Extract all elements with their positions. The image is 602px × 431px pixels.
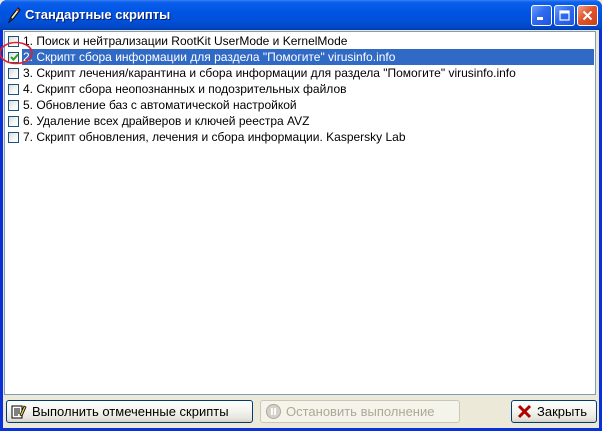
script-label-5: 5. Обновление баз с автоматической настр… bbox=[23, 98, 297, 112]
script-item-7[interactable]: 7. Скрипт обновления, лечения и сбора ин… bbox=[6, 129, 594, 145]
maximize-icon bbox=[559, 10, 570, 21]
close-button[interactable]: Закрыть bbox=[511, 400, 597, 423]
close-icon bbox=[582, 10, 593, 21]
script-item-5[interactable]: 5. Обновление баз с автоматической настр… bbox=[6, 97, 594, 113]
script-item-4[interactable]: 4. Скрипт сбора неопознанных и подозрите… bbox=[6, 81, 594, 97]
script-label-6: 6. Удаление всех драйверов и ключей реес… bbox=[23, 114, 310, 128]
stop-execution-button[interactable]: Остановить выполнение bbox=[260, 400, 460, 423]
script-label-3: 3. Скрипт лечения/карантина и сбора инфо… bbox=[23, 66, 516, 80]
script-checkbox-4[interactable] bbox=[8, 83, 19, 95]
pen-icon bbox=[7, 7, 21, 24]
script-checkbox-7[interactable] bbox=[8, 131, 19, 143]
script-checkbox-6[interactable] bbox=[8, 115, 19, 127]
run-button-label: Выполнить отмеченные скрипты bbox=[32, 404, 229, 419]
title-bar[interactable]: Стандартные скрипты bbox=[0, 0, 602, 30]
script-checkbox-5[interactable] bbox=[8, 99, 19, 111]
dialog-window: Стандартные скрипты 1. Поиск и нейтрализ… bbox=[0, 0, 602, 431]
script-item-1[interactable]: 1. Поиск и нейтрализации RootKit UserMod… bbox=[6, 33, 594, 49]
script-label-1: 1. Поиск и нейтрализации RootKit UserMod… bbox=[23, 34, 348, 48]
stop-icon bbox=[266, 404, 281, 419]
script-label-7: 7. Скрипт обновления, лечения и сбора ин… bbox=[23, 130, 406, 144]
maximize-button[interactable] bbox=[554, 5, 575, 26]
close-button-label: Закрыть bbox=[537, 404, 588, 419]
minimize-icon bbox=[537, 17, 543, 20]
script-item-3[interactable]: 3. Скрипт лечения/карантина и сбора инфо… bbox=[6, 65, 594, 81]
close-x-icon bbox=[517, 404, 532, 419]
dialog-client-area: 1. Поиск и нейтрализации RootKit UserMod… bbox=[3, 30, 599, 428]
script-label-4: 4. Скрипт сбора неопознанных и подозрите… bbox=[23, 82, 347, 96]
script-item-6[interactable]: 6. Удаление всех драйверов и ключей реес… bbox=[6, 113, 594, 129]
stop-button-label: Остановить выполнение bbox=[286, 404, 435, 419]
close-window-button[interactable] bbox=[577, 5, 598, 26]
minimize-button[interactable] bbox=[531, 5, 552, 26]
window-title: Стандартные скрипты bbox=[25, 7, 171, 22]
run-scripts-icon bbox=[11, 405, 27, 419]
run-checked-scripts-button[interactable]: Выполнить отмеченные скрипты bbox=[6, 400, 253, 423]
script-label-2: 2. Скрипт сбора информации для раздела "… bbox=[23, 50, 396, 64]
script-checkbox-1[interactable] bbox=[8, 35, 19, 47]
script-checkbox-3[interactable] bbox=[8, 67, 19, 79]
script-item-2[interactable]: 2. Скрипт сбора информации для раздела "… bbox=[6, 49, 594, 65]
checkmark-icon bbox=[10, 53, 19, 61]
scripts-checklist[interactable]: 1. Поиск и нейтрализации RootKit UserMod… bbox=[4, 31, 596, 395]
script-checkbox-2[interactable] bbox=[8, 51, 19, 63]
